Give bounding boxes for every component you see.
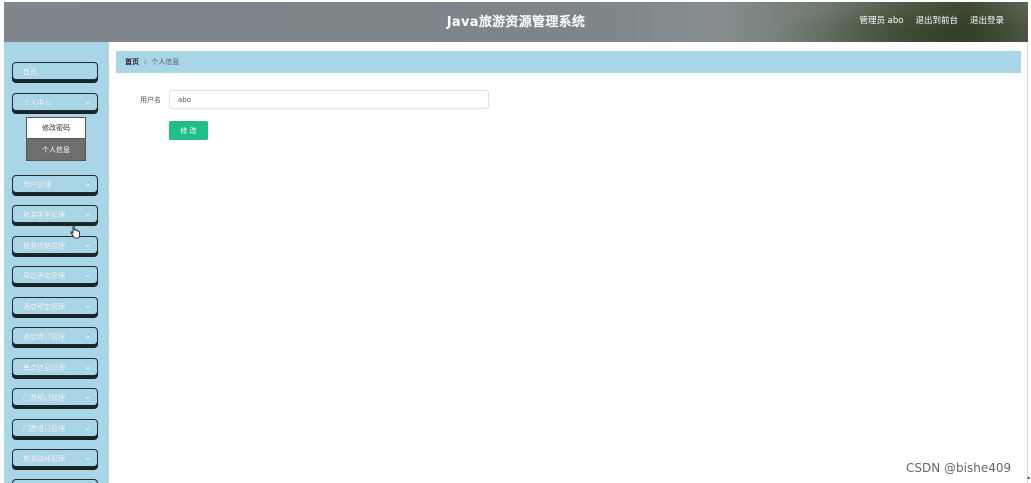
chevron-down-icon: ⌄ [84,362,91,371]
username-input[interactable] [169,90,489,109]
sidebar-item-label: 景点信息管理 [23,364,65,372]
header-actions: 管理员 abo 退出到前台 退出登录 [859,14,1004,26]
username-label: 用户名 [140,96,161,104]
sidebar-item-user-management[interactable]: 用户管理 ⌄ [12,175,98,193]
chevron-down-icon: ⌄ [84,453,91,462]
admin-user-label: 管理员 abo [859,16,904,26]
sidebar: 首页 个人中心 ⌄ 用户管理 ⌄ 旅游类型管理 ⌄ 旅游攻略管理 ⌄ 周边酒店管… [4,42,109,483]
personal-center-submenu: 修改密码 个人信息 [26,117,88,161]
breadcrumb: 首页 / 个人信息 [116,51,1021,73]
exit-to-frontend-link[interactable]: 退出到前台 [915,14,958,26]
breadcrumb-separator: / [144,58,147,66]
chevron-down-icon: ⌄ [84,331,91,340]
chevron-down-icon: ⌄ [84,240,91,249]
breadcrumb-current: 个人信息 [151,58,180,66]
sidebar-item-label: 门票预订管理 [23,394,65,402]
sidebar-item-hotel-cancel[interactable]: 酒店退订管理 ⌄ [12,327,98,345]
sidebar-item-ticket-booking[interactable]: 门票预订管理 ⌄ [12,388,98,406]
sidebar-item-personal-center[interactable]: 个人中心 ⌄ [12,93,98,111]
sidebar-item-attractions[interactable]: 景点信息管理 ⌄ [12,358,98,376]
sidebar-item-label: 旅游路线管理 [23,455,65,463]
breadcrumb-home[interactable]: 首页 [125,57,139,67]
resize-corner-icon: ▴ [1026,474,1030,481]
chevron-down-icon: ⌄ [84,97,91,106]
watermark: CSDN @bishe409 [906,461,1012,475]
sidebar-item-travel-type[interactable]: 旅游类型管理 ⌄ [12,205,98,223]
sidebar-item-label: 门票退订管理 [23,425,65,433]
sidebar-item-travel-guide[interactable]: 旅游攻略管理 ⌄ [12,236,98,254]
sidebar-item-label: 用户管理 [23,181,51,189]
sidebar-item-partial[interactable] [12,479,98,483]
submenu-item-personal-info[interactable]: 个人信息 [26,139,86,161]
hand-cursor-icon [70,225,80,239]
chevron-down-icon: ⌄ [84,209,91,218]
chevron-down-icon: ⌄ [84,423,91,432]
sidebar-item-home[interactable]: 首页 [12,62,98,80]
chevron-down-icon: ⌄ [84,301,91,310]
chevron-down-icon: ⌄ [84,392,91,401]
sidebar-item-label: 首页 [23,68,37,76]
logout-link[interactable]: 退出登录 [970,14,1004,26]
sidebar-item-label: 个人中心 [23,99,51,107]
top-header: Java旅游资源管理系统 管理员 abo 退出到前台 退出登录 [4,2,1028,42]
modify-button[interactable]: 修 改 [169,121,208,140]
sidebar-item-travel-route[interactable]: 旅游路线管理 ⌄ [12,449,98,467]
sidebar-item-hotel-booking[interactable]: 酒店预定管理 ⌄ [12,297,98,315]
sidebar-item-label: 酒店退订管理 [23,333,65,341]
sidebar-item-label: 酒店预定管理 [23,303,65,311]
sidebar-item-hotel[interactable]: 周边酒店管理 ⌄ [12,266,98,284]
chevron-down-icon: ⌄ [84,270,91,279]
sidebar-item-ticket-cancel[interactable]: 门票退订管理 ⌄ [12,419,98,437]
sidebar-item-label: 旅游攻略管理 [23,242,65,250]
sidebar-item-label: 旅游类型管理 [23,211,65,219]
content-border [1027,44,1028,483]
sidebar-item-label: 周边酒店管理 [23,272,65,280]
submenu-item-change-password[interactable]: 修改密码 [26,117,86,139]
chevron-down-icon: ⌄ [84,179,91,188]
